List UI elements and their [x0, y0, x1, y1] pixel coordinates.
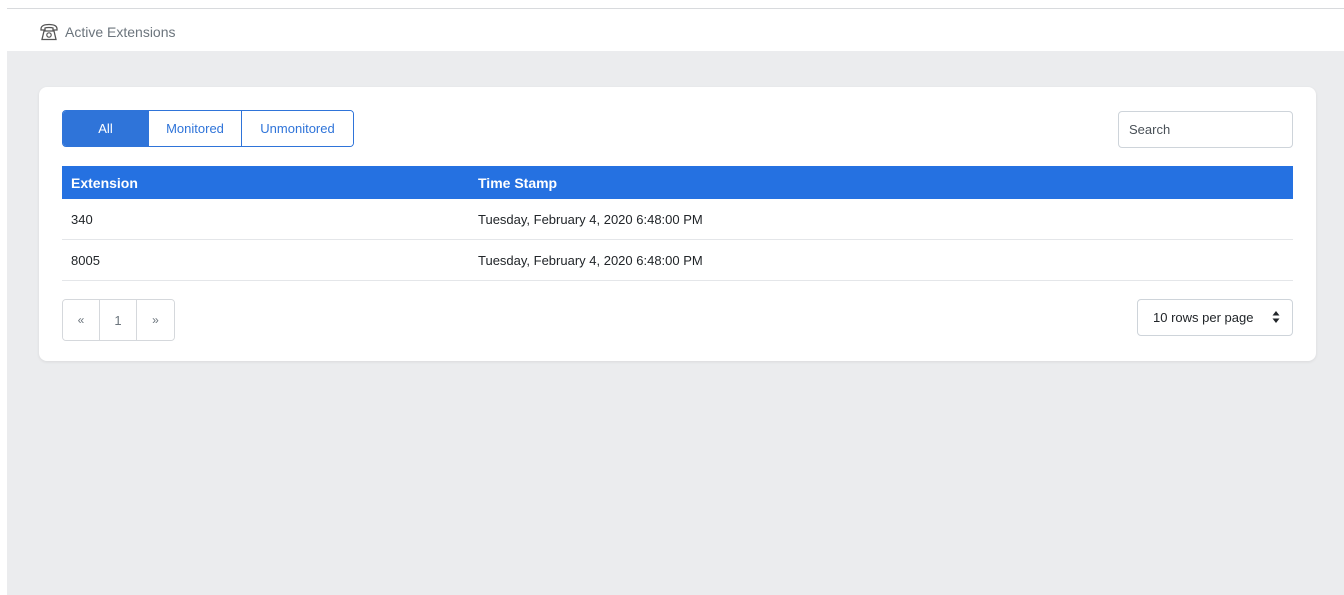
rows-per-page-select[interactable]: 10 rows per page	[1137, 299, 1293, 336]
extensions-table: Extension Time Stamp 340 Tuesday, Februa…	[62, 166, 1293, 281]
phone-icon	[39, 23, 59, 41]
page-title: Active Extensions	[65, 24, 176, 40]
page-header: Active Extensions	[7, 9, 1344, 51]
table-row[interactable]: 8005 Tuesday, February 4, 2020 6:48:00 P…	[62, 240, 1293, 281]
main-content: All Monitored Unmonitored Extension Time…	[7, 51, 1344, 595]
table-row[interactable]: 340 Tuesday, February 4, 2020 6:48:00 PM	[62, 199, 1293, 240]
filter-monitored-button[interactable]: Monitored	[149, 111, 242, 146]
pagination-next-button[interactable]: »	[137, 300, 174, 340]
extension-cell: 8005	[71, 252, 100, 268]
timestamp-cell: Tuesday, February 4, 2020 6:48:00 PM	[478, 211, 703, 227]
pagination: « 1 »	[62, 299, 175, 341]
filter-button-group: All Monitored Unmonitored	[62, 110, 354, 147]
table-header: Extension Time Stamp	[62, 166, 1293, 199]
extension-cell: 340	[71, 211, 93, 227]
filter-unmonitored-button[interactable]: Unmonitored	[242, 111, 353, 146]
rows-per-page-label: 10 rows per page	[1153, 310, 1254, 325]
column-header-extension[interactable]: Extension	[62, 175, 478, 191]
column-header-timestamp[interactable]: Time Stamp	[478, 175, 1293, 191]
filter-all-button[interactable]: All	[63, 111, 149, 146]
pagination-prev-button[interactable]: «	[63, 300, 100, 340]
sort-arrows-icon	[1272, 310, 1280, 324]
timestamp-cell: Tuesday, February 4, 2020 6:48:00 PM	[478, 252, 703, 268]
search-input[interactable]	[1118, 111, 1293, 148]
extensions-card: All Monitored Unmonitored Extension Time…	[39, 87, 1316, 361]
pagination-page-button[interactable]: 1	[100, 300, 137, 340]
